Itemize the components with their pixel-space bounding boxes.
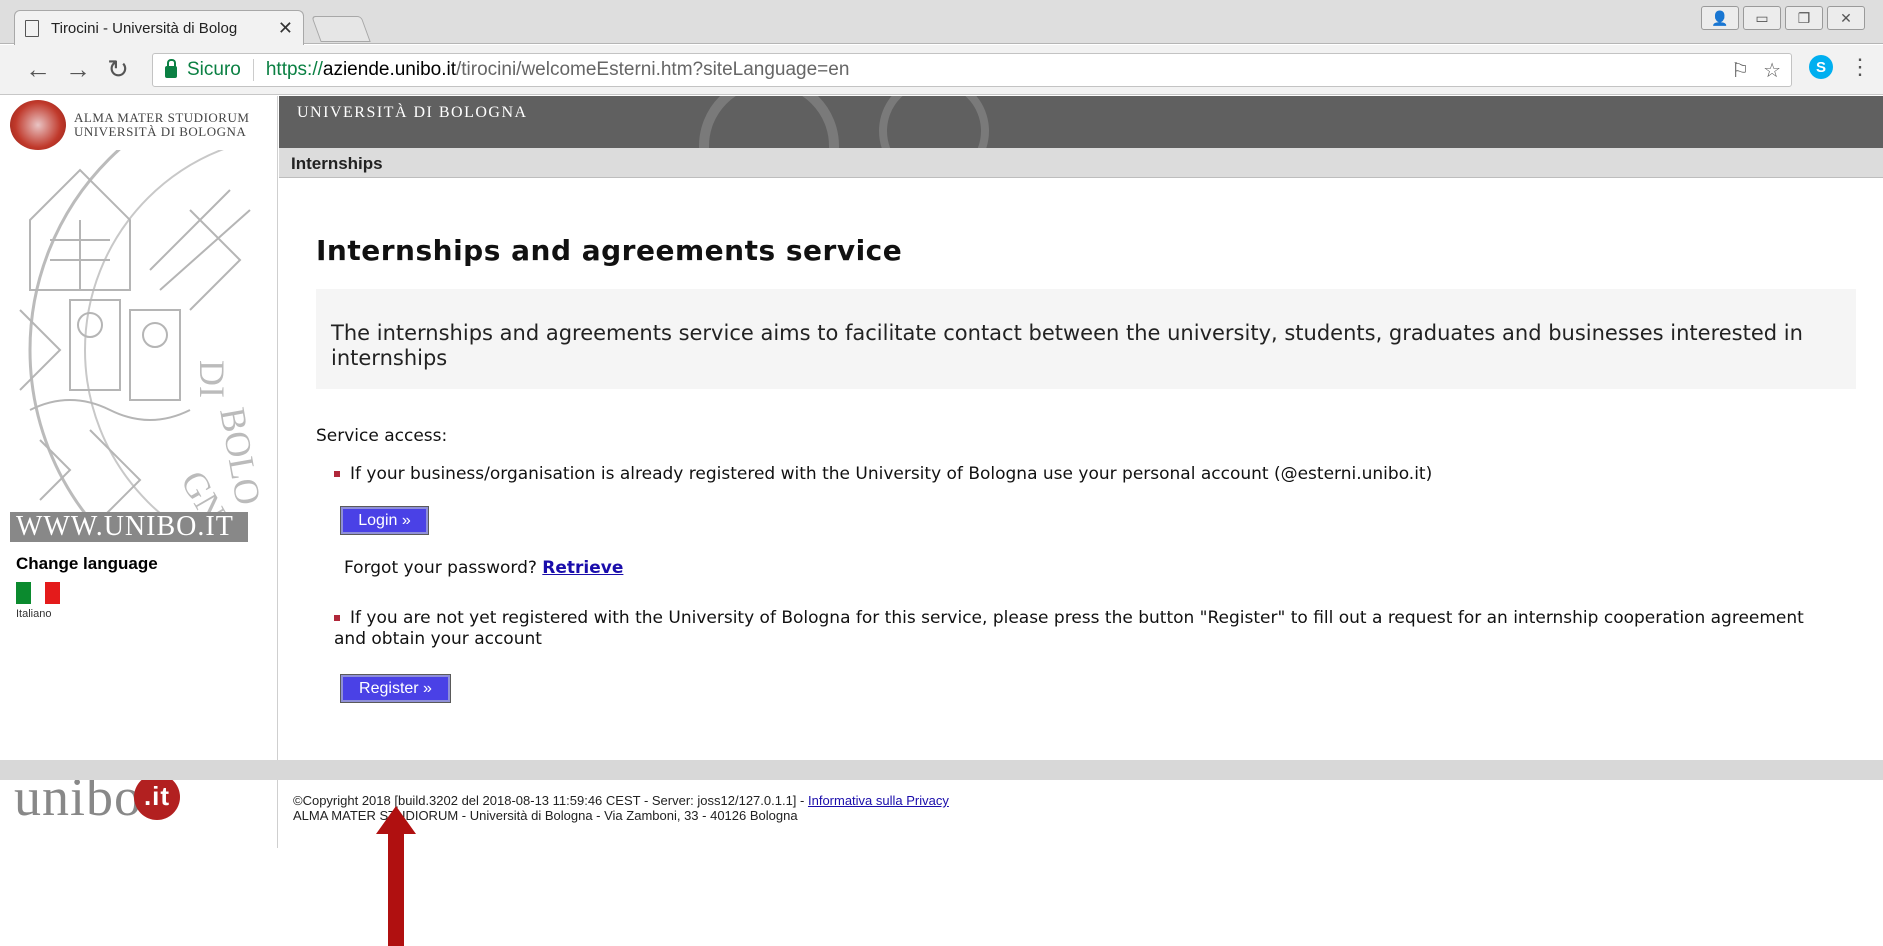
- registered-text: If your business/organisation is already…: [350, 464, 1433, 484]
- svg-text:DI: DI: [192, 360, 232, 398]
- window-controls: 👤 ▭ ❐ ✕: [1701, 6, 1865, 30]
- service-access-label: Service access:: [316, 426, 448, 446]
- bullet-icon: [334, 615, 340, 621]
- retrieve-link[interactable]: Retrieve: [542, 558, 623, 578]
- url-path: /tirocini/welcomeEsterni.htm?siteLanguag…: [456, 59, 850, 80]
- gear-decoration: [879, 96, 989, 148]
- italiano-link[interactable]: Italiano: [16, 608, 51, 620]
- browser-tab-bar: Tirocini - Università di Bolog ✕ 👤 ▭ ❐ ✕: [0, 0, 1883, 45]
- logo-line2: UNIVERSITÀ DI BOLOGNA: [74, 124, 247, 139]
- maximize-button[interactable]: ❐: [1785, 6, 1823, 30]
- back-icon[interactable]: ←: [18, 50, 58, 90]
- bullet-icon: [334, 471, 340, 477]
- logo-line1: ALMA MATER STUDIORUM: [74, 110, 250, 125]
- divider: [252, 59, 254, 81]
- extensions: S ⋮: [1809, 54, 1871, 80]
- gear-decoration: [699, 96, 839, 148]
- footer-divider: [0, 760, 1883, 780]
- seal-illustration: DI BOLO GNA: [19, 150, 269, 542]
- registered-item: If your business/organisation is already…: [334, 464, 1432, 484]
- unregistered-item: If you are not yet registered with the U…: [334, 608, 1834, 650]
- university-logo[interactable]: ALMA MATER STUDIORUM UNIVERSITÀ DI BOLOG…: [10, 100, 249, 150]
- tab-title: Tirocini - Università di Bolog: [51, 19, 238, 37]
- close-window-button[interactable]: ✕: [1827, 6, 1865, 30]
- omnibox-icons: ⚐ ☆: [1731, 58, 1781, 83]
- section-title: Internships: [279, 148, 1883, 178]
- new-tab-button[interactable]: [311, 16, 371, 42]
- change-language-label: Change language: [16, 554, 158, 573]
- bookmark-star-icon[interactable]: ☆: [1763, 58, 1781, 83]
- url-scheme: https://: [265, 59, 323, 80]
- web-page: ALMA MATER STUDIORUM UNIVERSITÀ DI BOLOG…: [0, 96, 1883, 946]
- left-sidebar: ALMA MATER STUDIORUM UNIVERSITÀ DI BOLOG…: [0, 96, 278, 848]
- intro-text: The internships and agreements service a…: [331, 321, 1803, 370]
- browser-tab[interactable]: Tirocini - Università di Bolog ✕: [14, 10, 304, 45]
- reload-icon[interactable]: ↻: [98, 50, 138, 90]
- site-university-name: UNIVERSITÀ DI BOLOGNA: [297, 104, 528, 121]
- browser-toolbar: ← → ↻ Sicuro https://aziende.unibo.it/ti…: [0, 45, 1883, 95]
- register-button[interactable]: Register »: [340, 674, 451, 703]
- menu-icon[interactable]: ⋮: [1849, 54, 1871, 80]
- page-title: Internships and agreements service: [316, 234, 903, 267]
- italian-flag-icon[interactable]: [16, 582, 61, 604]
- translate-icon[interactable]: ⚐: [1731, 58, 1749, 83]
- user-icon[interactable]: 👤: [1701, 6, 1739, 30]
- site-header: UNIVERSITÀ DI BOLOGNA: [279, 96, 1883, 148]
- secure-label: Sicuro: [187, 59, 241, 80]
- intro-box: The internships and agreements service a…: [316, 289, 1856, 389]
- seal-icon: [10, 100, 66, 150]
- unibo-it-badge: .it: [134, 773, 181, 820]
- lock-icon: [165, 59, 177, 78]
- address-bar[interactable]: Sicuro https://aziende.unibo.it/tirocini…: [152, 53, 1792, 87]
- minimize-button[interactable]: ▭: [1743, 6, 1781, 30]
- unregistered-text: If you are not yet registered with the U…: [334, 608, 1804, 649]
- login-button[interactable]: Login »: [340, 506, 429, 535]
- copyright-text: ©Copyright 2018 [build.3202 del 2018-08-…: [293, 793, 808, 808]
- forward-icon[interactable]: →: [58, 50, 98, 90]
- annotation-arrow-icon: [376, 806, 416, 946]
- skype-icon[interactable]: S: [1809, 55, 1833, 79]
- close-tab-icon[interactable]: ✕: [278, 18, 293, 39]
- forgot-password: Forgot your password? Retrieve: [344, 558, 623, 578]
- www-banner[interactable]: WWW.UNIBO.IT: [10, 512, 248, 542]
- forgot-text: Forgot your password?: [344, 558, 537, 578]
- privacy-link[interactable]: Informativa sulla Privacy: [808, 793, 949, 808]
- page-icon: [25, 19, 39, 37]
- url-host: aziende.unibo.it: [322, 59, 456, 80]
